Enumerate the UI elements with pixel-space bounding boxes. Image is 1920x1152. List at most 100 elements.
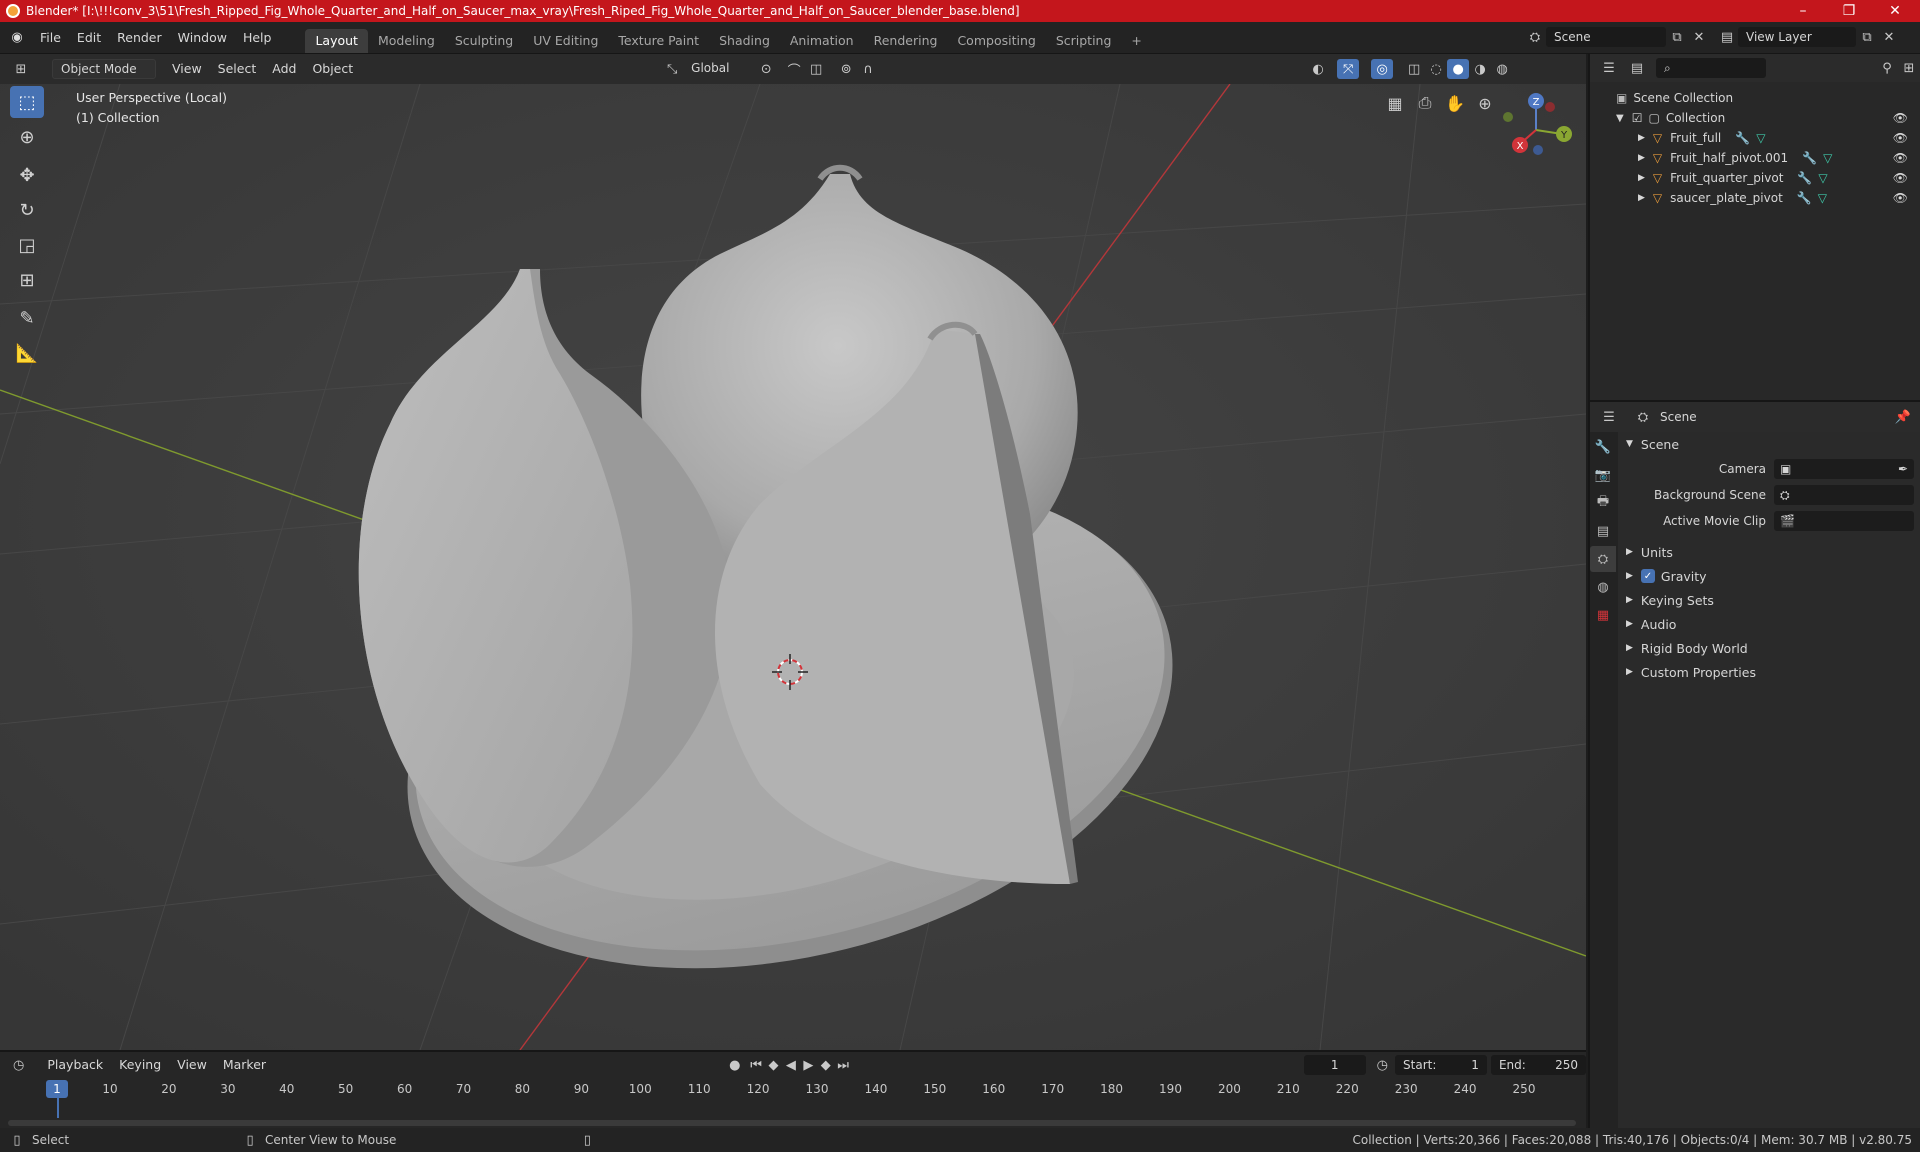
properties-editor-type-icon[interactable]: ☰ [1598, 407, 1620, 427]
remove-scene-icon[interactable]: ✕ [1688, 27, 1710, 47]
snap-icon[interactable]: ⌒ [783, 59, 805, 79]
3d-viewport[interactable]: Z Y X User Perspective (Local) (1) Colle… [0, 84, 1586, 1050]
custom-properties-panel[interactable]: ▶ Custom Properties [1626, 660, 1918, 684]
menu-help[interactable]: Help [235, 27, 280, 49]
add-workspace-button[interactable]: + [1121, 29, 1151, 53]
tab-scripting[interactable]: Scripting [1046, 29, 1122, 53]
close-button[interactable]: ✕ [1872, 0, 1918, 22]
expand-chevron-icon[interactable]: ▶ [1638, 133, 1645, 143]
scene-tab-icon[interactable]: ⛭ [1590, 546, 1616, 572]
menu-window[interactable]: Window [170, 27, 235, 49]
outliner-item-fruit-half[interactable]: ▶ ▽ Fruit_half_pivot.001 🔧 ▽ 👁 [1590, 148, 1920, 168]
gizmo-toggle-icon[interactable]: ⤧ [1337, 59, 1360, 79]
move-tool-icon[interactable]: ✥ [10, 159, 44, 191]
outliner-collection[interactable]: ▼ ☑ ▢ Collection 👁 [1590, 108, 1920, 128]
rotate-tool-icon[interactable]: ↻ [10, 194, 44, 226]
snap-target-icon[interactable]: ◫ [805, 59, 827, 79]
outliner-item-saucer[interactable]: ▶ ▽ saucer_plate_pivot 🔧 ▽ 👁 [1590, 188, 1920, 208]
collection-checkbox-icon[interactable]: ☑ [1632, 111, 1643, 125]
eye-icon[interactable]: 👁 [1893, 111, 1908, 125]
viewport-menu-view[interactable]: View [164, 58, 210, 80]
mesh-data-icon[interactable]: ▽ [1818, 191, 1827, 205]
eye-icon[interactable]: 👁 [1893, 131, 1908, 145]
shading-material-icon[interactable]: ◑ [1469, 59, 1491, 79]
expand-chevron-icon[interactable]: ▼ [1616, 113, 1624, 124]
tab-sculpting[interactable]: Sculpting [445, 29, 523, 53]
world-tab-icon[interactable]: ◍ [1590, 574, 1616, 600]
scene-field[interactable]: Scene [1546, 27, 1666, 47]
outliner-scene-collection[interactable]: ▣ Scene Collection [1590, 88, 1920, 108]
tab-animation[interactable]: Animation [780, 29, 864, 53]
cursor-tool-icon[interactable]: ⊕ [10, 121, 44, 153]
mesh-data-icon[interactable]: ▽ [1756, 131, 1765, 145]
remove-view-layer-icon[interactable]: ✕ [1878, 27, 1900, 47]
orientation-dropdown[interactable]: Global [683, 59, 747, 79]
modifier-wrench-icon[interactable]: 🔧 [1802, 151, 1817, 165]
camera-field[interactable]: ▣ ✒ [1774, 459, 1914, 479]
select-box-tool-icon[interactable]: ⬚ [10, 86, 44, 118]
viewport-menu-object[interactable]: Object [304, 58, 361, 80]
tab-rendering[interactable]: Rendering [864, 29, 948, 53]
pivot-point-icon[interactable]: ⊙ [755, 59, 777, 79]
display-mode-icon[interactable]: ▤ [1626, 58, 1648, 78]
annotate-tool-icon[interactable]: ✎ [10, 302, 44, 334]
blender-menu-icon[interactable]: ◉ [6, 28, 28, 48]
units-panel[interactable]: ▶ Units [1626, 540, 1918, 564]
background-scene-field[interactable]: ⛭ [1774, 485, 1914, 505]
new-view-layer-icon[interactable]: ⧉ [1856, 27, 1878, 47]
toggle-grid-view-icon[interactable]: ▦ [1380, 88, 1410, 118]
tab-texture-paint[interactable]: Texture Paint [608, 29, 709, 53]
maximize-button[interactable]: ❐ [1826, 0, 1872, 22]
audio-panel[interactable]: ▶ Audio [1626, 612, 1918, 636]
tab-modeling[interactable]: Modeling [368, 29, 445, 53]
new-scene-icon[interactable]: ⧉ [1666, 27, 1688, 47]
menu-file[interactable]: File [32, 27, 69, 49]
outliner-item-fruit-full[interactable]: ▶ ▽ Fruit_full 🔧 ▽ 👁 [1590, 128, 1920, 148]
overlays-toggle-icon[interactable]: ◎ [1371, 59, 1394, 79]
transform-tool-icon[interactable]: ⊞ [10, 264, 44, 296]
pin-icon[interactable]: 📌 [1892, 407, 1914, 427]
new-collection-icon[interactable]: ⊞ [1898, 58, 1920, 78]
modifier-wrench-icon[interactable]: 🔧 [1797, 171, 1812, 185]
expand-chevron-icon[interactable]: ▶ [1638, 173, 1645, 183]
modifier-wrench-icon[interactable]: 🔧 [1735, 131, 1750, 145]
outliner-search-input[interactable]: ⌕ [1656, 58, 1766, 78]
tool-tab-icon[interactable]: 🔧 [1590, 434, 1616, 460]
eye-icon[interactable]: 👁 [1893, 171, 1908, 185]
xray-toggle-icon[interactable]: ◫ [1403, 59, 1425, 79]
tab-shading[interactable]: Shading [709, 29, 780, 53]
viewport-menu-add[interactable]: Add [264, 58, 304, 80]
timeline-scrollbar[interactable] [8, 1120, 1576, 1126]
editor-type-icon[interactable]: ⊞ [10, 59, 32, 79]
shading-wireframe-icon[interactable]: ◌ [1425, 59, 1447, 79]
rigid-body-world-panel[interactable]: ▶ Rigid Body World [1626, 636, 1918, 660]
timeline-ruler[interactable]: 1 10 20 30 40 50 60 70 80 90 100 110 120 130 140 150 160… [0, 1052, 1586, 1130]
visibility-icon[interactable]: ◐ [1307, 59, 1329, 79]
proportional-falloff-icon[interactable]: ∩ [857, 59, 879, 79]
shading-solid-icon[interactable]: ● [1447, 59, 1470, 79]
minimize-button[interactable]: – [1780, 0, 1826, 22]
mesh-data-icon[interactable]: ▽ [1823, 151, 1832, 165]
expand-chevron-icon[interactable]: ▶ [1638, 193, 1645, 203]
texture-tab-icon[interactable]: ▦ [1590, 602, 1616, 628]
modifier-wrench-icon[interactable]: 🔧 [1797, 191, 1812, 205]
eye-icon[interactable]: 👁 [1893, 151, 1908, 165]
shading-rendered-icon[interactable]: ◍ [1491, 59, 1513, 79]
camera-view-icon[interactable]: ⎙ [1410, 88, 1440, 118]
outliner-editor-type-icon[interactable]: ☰ [1598, 58, 1620, 78]
tab-layout[interactable]: Layout [305, 29, 368, 53]
menu-edit[interactable]: Edit [69, 27, 109, 49]
gravity-panel[interactable]: ▶ ✓ Gravity [1626, 564, 1918, 588]
pan-hand-icon[interactable]: ✋ [1440, 88, 1470, 118]
output-tab-icon[interactable]: 🖶 [1590, 490, 1616, 516]
object-mode-dropdown[interactable]: Object Mode [52, 59, 156, 79]
movie-clip-field[interactable]: 🎬 [1774, 511, 1914, 531]
eyedropper-icon[interactable]: ✒ [1898, 462, 1908, 476]
render-tab-icon[interactable]: 📷 [1590, 462, 1616, 488]
scale-tool-icon[interactable]: ◲ [10, 229, 44, 261]
gravity-checkbox[interactable]: ✓ [1640, 569, 1655, 583]
outliner-item-fruit-quarter[interactable]: ▶ ▽ Fruit_quarter_pivot 🔧 ▽ 👁 [1590, 168, 1920, 188]
view-layer-tab-icon[interactable]: ▤ [1590, 518, 1616, 544]
tab-compositing[interactable]: Compositing [947, 29, 1045, 53]
viewport-menu-select[interactable]: Select [210, 58, 265, 80]
